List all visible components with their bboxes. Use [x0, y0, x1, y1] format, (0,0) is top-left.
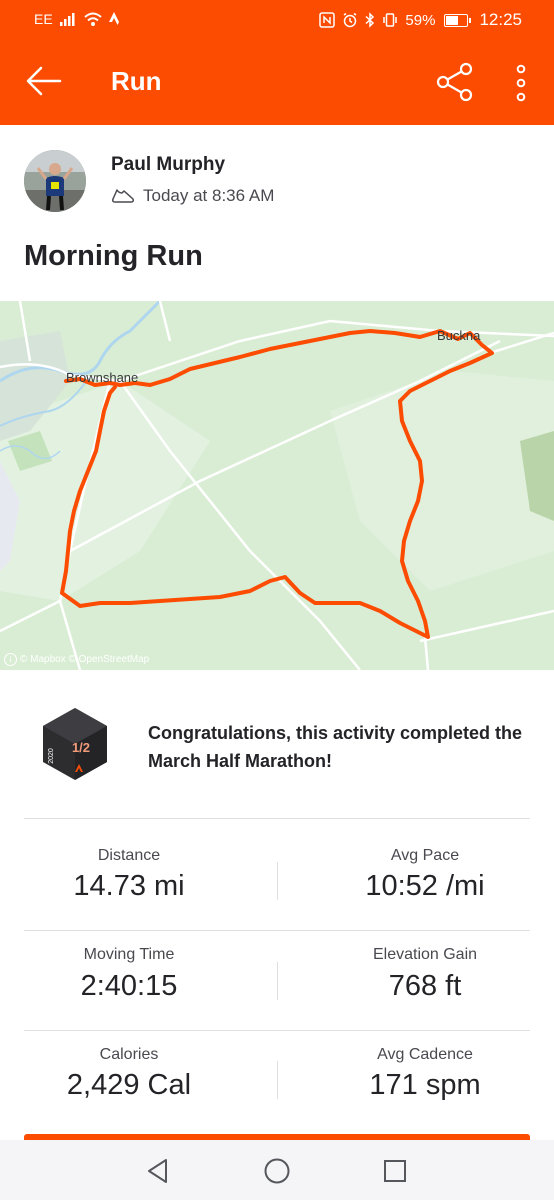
hexagon-badge-icon: 1/2 2020	[43, 708, 107, 780]
map-canvas	[0, 301, 554, 670]
square-recents-icon[interactable]	[381, 1157, 409, 1185]
status-bar: EE 59% 12:25	[0, 0, 554, 39]
stat-value-avg-pace: 10:52 /mi	[365, 870, 485, 902]
stat-value-calories: 2,429 Cal	[66, 1069, 192, 1101]
stat-label-avg-pace: Avg Pace	[390, 847, 460, 864]
app-bar: Run	[0, 39, 554, 125]
stat-column-divider	[277, 962, 278, 1000]
strava-notification-icon	[108, 12, 119, 25]
wifi-icon	[84, 12, 102, 26]
page-title: Run	[111, 66, 162, 96]
clock: 12:25	[479, 10, 522, 29]
share-icon[interactable]	[434, 61, 476, 103]
stat-label-calories: Calories	[99, 1046, 159, 1063]
map-attribution-text: © Mapbox © OpenStreetMap	[20, 654, 150, 665]
stat-label-moving-time: Moving Time	[83, 946, 175, 963]
stats-divider	[24, 818, 530, 819]
info-icon: i	[4, 653, 17, 666]
map-town-label: Brownshane	[66, 370, 139, 385]
circle-home-icon[interactable]	[263, 1157, 291, 1185]
vibrate-icon	[383, 13, 398, 27]
status-right: 59% 12:25	[319, 10, 522, 30]
badge-year: 2020	[48, 748, 55, 764]
badge-fraction: 1/2	[72, 740, 90, 755]
status-left: EE	[34, 11, 121, 27]
triangle-back-icon[interactable]	[144, 1157, 172, 1185]
stats-divider	[24, 930, 530, 931]
stats-divider	[24, 1030, 530, 1031]
bluetooth-icon	[365, 12, 375, 28]
map-attribution[interactable]: i © Mapbox © OpenStreetMap	[4, 653, 149, 666]
alarm-icon	[343, 12, 357, 28]
shoe-icon	[112, 189, 134, 203]
more-vertical-icon[interactable]	[509, 63, 533, 103]
stat-label-elevation-gain: Elevation Gain	[372, 946, 478, 963]
avatar[interactable]	[24, 150, 86, 212]
system-nav-bar	[0, 1140, 554, 1200]
signal-icon	[59, 13, 75, 26]
activity-title: Morning Run	[24, 240, 203, 272]
activity-timestamp: Today at 8:36 AM	[143, 186, 275, 205]
carrier-label: EE	[34, 11, 53, 27]
avatar-photo	[24, 150, 86, 212]
map-town-label: Buckna	[437, 328, 481, 343]
stat-value-elevation-gain: 768 ft	[388, 970, 462, 1002]
battery-icon	[444, 13, 472, 27]
stat-value-moving-time: 2:40:15	[80, 970, 178, 1002]
stat-label-distance: Distance	[97, 847, 161, 864]
stat-column-divider	[277, 1061, 278, 1099]
athlete-name[interactable]: Paul Murphy	[111, 154, 225, 176]
route-map[interactable]: Brownshane Buckna i © Mapbox © OpenStree…	[0, 301, 554, 670]
arrow-left-icon[interactable]	[24, 63, 64, 99]
stat-value-distance: 14.73 mi	[73, 870, 185, 902]
stat-label-avg-cadence: Avg Cadence	[377, 1046, 473, 1063]
stat-value-avg-cadence: 171 spm	[369, 1069, 481, 1101]
challenge-badge[interactable]: 1/2 2020	[41, 706, 109, 782]
nfc-icon	[319, 12, 336, 28]
achievement-message[interactable]: Congratulations, this activity completed…	[148, 719, 528, 775]
activity-meta: Today at 8:36 AM	[111, 186, 274, 206]
stat-column-divider	[277, 862, 278, 900]
battery-percent: 59%	[405, 11, 436, 29]
